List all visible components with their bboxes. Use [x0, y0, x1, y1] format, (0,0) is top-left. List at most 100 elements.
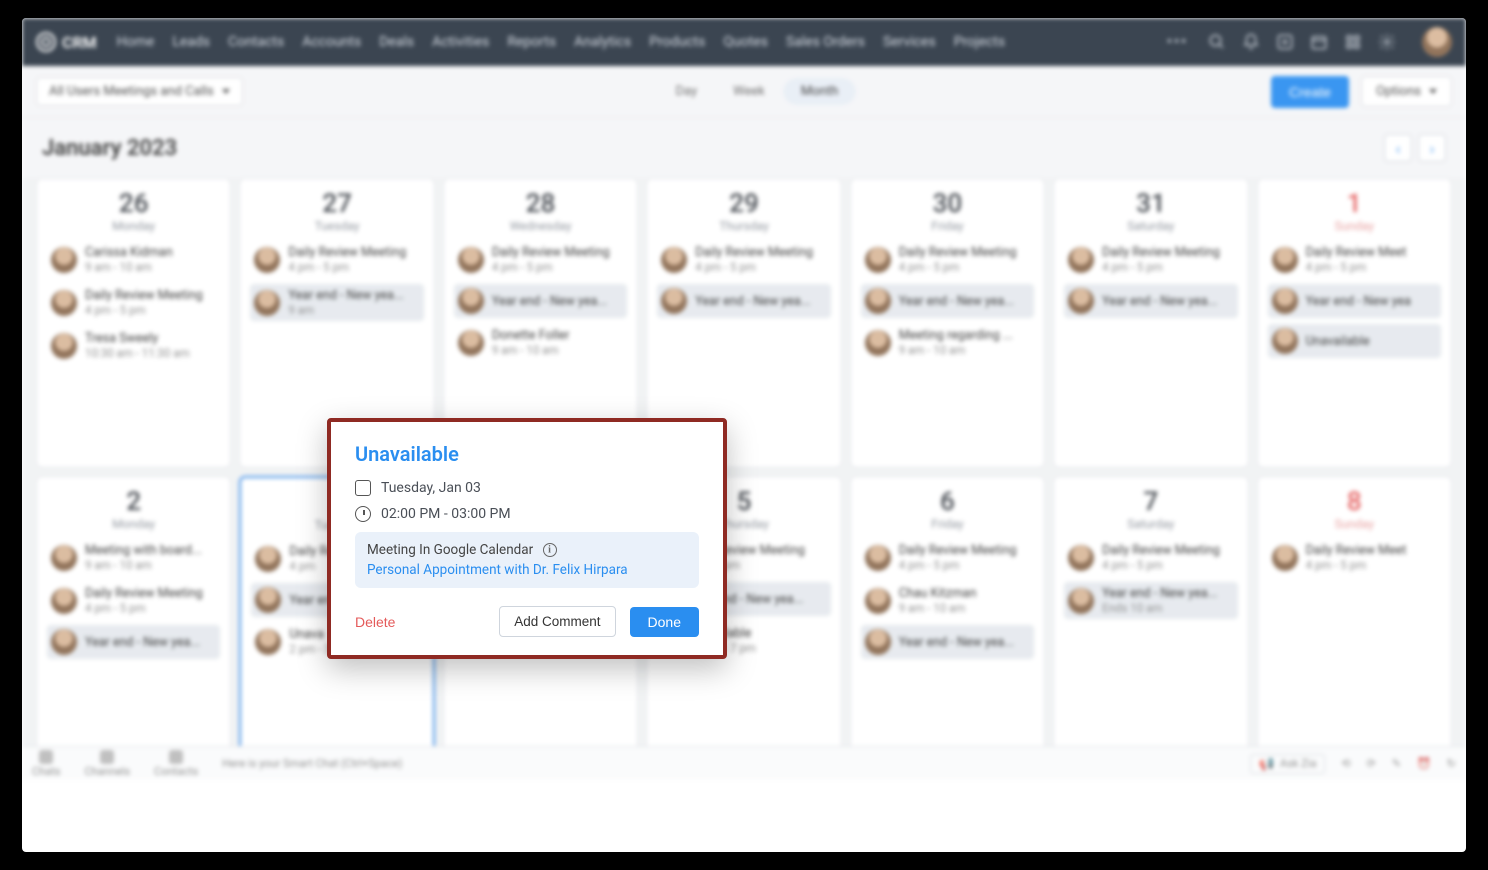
calendar-event[interactable]: Year end - New yea...	[454, 284, 627, 318]
day-cell[interactable]: 2MondayMeeting with board...9 am - 10 am…	[36, 476, 231, 766]
calendar-event[interactable]: Daily Review Meeting4 pm - 5 pm	[1064, 539, 1237, 576]
nav-item[interactable]: Activities	[432, 34, 489, 50]
nav-item[interactable]: Analytics	[574, 34, 631, 50]
next-button[interactable]: ›	[1418, 134, 1446, 162]
event-time: 4 pm - 5 pm	[1306, 260, 1407, 274]
avatar-icon	[255, 546, 281, 572]
day-cell[interactable]: 30FridayDaily Review Meeting4 pm - 5 pmY…	[850, 178, 1045, 468]
nav-item[interactable]: Accounts	[302, 34, 361, 50]
calendar-event[interactable]: Daily Review Meeting4 pm - 5 pm	[47, 284, 220, 321]
day-cell[interactable]: 7SaturdayDaily Review Meeting4 pm - 5 pm…	[1053, 476, 1248, 766]
gear-icon[interactable]	[1378, 33, 1396, 51]
day-cell[interactable]: 31SaturdayDaily Review Meeting4 pm - 5 p…	[1053, 178, 1248, 468]
create-button[interactable]: Create	[1271, 76, 1349, 108]
nav-item[interactable]: Reports	[507, 34, 556, 50]
user-avatar[interactable]	[1422, 27, 1452, 57]
event-title: Year en	[289, 593, 330, 608]
nav-item[interactable]: Products	[649, 34, 705, 50]
day-name: Friday	[861, 517, 1034, 531]
done-button[interactable]: Done	[630, 607, 699, 637]
meeting-label: Meeting In Google Calendar	[367, 542, 533, 558]
calendar-event[interactable]: Unavailable	[1268, 324, 1441, 358]
calendar-event[interactable]: Meeting regarding ...9 am - 10 am	[861, 324, 1034, 361]
calendar-event[interactable]: Donette Foller9 am - 10 am	[454, 324, 627, 361]
calendar-event[interactable]: Year end - New yea...	[1064, 284, 1237, 318]
footer-icon[interactable]: ⟲	[1341, 757, 1350, 770]
calendar-event[interactable]: Meeting with board...9 am - 10 am	[47, 539, 220, 576]
calendar-event[interactable]: Daily Review Meeting4 pm - 5 pm	[861, 539, 1034, 576]
nav-item[interactable]: Home	[117, 34, 155, 50]
avatar-icon	[865, 330, 891, 356]
clock-icon	[355, 506, 371, 522]
calendar-event[interactable]: Year end - New yea...9 am	[250, 284, 423, 321]
footer-icon[interactable]: ⟳	[1367, 757, 1376, 770]
calendar-event[interactable]: Daily Review Meeting4 pm - 5 pm	[250, 241, 423, 278]
calendar-event[interactable]: Year end - New yea...	[861, 625, 1034, 659]
event-time: 9 am	[288, 303, 403, 317]
day-name: Monday	[47, 219, 220, 233]
nav-icons	[1208, 27, 1452, 57]
view-week[interactable]: Week	[715, 78, 783, 105]
search-icon[interactable]	[1208, 33, 1226, 51]
delete-button[interactable]: Delete	[355, 614, 395, 630]
nav-item[interactable]: Contacts	[228, 34, 284, 50]
footer-tab[interactable]: Chats	[32, 750, 60, 778]
nav-item[interactable]: Leads	[172, 34, 210, 50]
event-title: Daily Review Meeting	[492, 245, 610, 260]
calendar-event[interactable]: Chau Kitzman9 am - 10 am	[861, 582, 1034, 619]
plus-icon[interactable]	[1276, 33, 1294, 51]
event-title: Daily Review Meeting	[1102, 543, 1220, 558]
calendar-event[interactable]: Year end - New yea...	[657, 284, 830, 318]
calendar-event[interactable]: Daily Review Meeting4 pm - 5 pm	[1064, 241, 1237, 278]
calendar-event[interactable]: Tresa Sweely10:30 am - 11:30 am	[47, 327, 220, 364]
popup-date: Tuesday, Jan 03	[381, 480, 481, 496]
calendar-event[interactable]: Year end - New yea...Ends 10 am	[1064, 582, 1237, 619]
ask-zia-button[interactable]: 📢 Ask Zia	[1250, 754, 1325, 774]
nav-item[interactable]: Sales Orders	[786, 34, 865, 50]
nav-more-icon[interactable]: •••	[1167, 34, 1188, 50]
ask-zia-label: Ask Zia	[1280, 757, 1316, 770]
nav-item[interactable]: Services	[883, 34, 936, 50]
nav-item[interactable]: Quotes	[723, 34, 768, 50]
meeting-link[interactable]: Personal Appointment with Dr. Felix Hirp…	[367, 562, 687, 578]
calendar-event[interactable]: Carissa Kidman9 am - 10 am	[47, 241, 220, 278]
avatar-icon	[51, 588, 77, 614]
footer-tab[interactable]: Channels	[84, 750, 130, 778]
event-time: 4 pm - 5 pm	[899, 558, 1017, 572]
day-cell[interactable]: 26MondayCarissa Kidman9 am - 10 amDaily …	[36, 178, 231, 468]
options-button[interactable]: Options	[1361, 76, 1452, 107]
calendar-event[interactable]: Year end - New yea...	[47, 625, 220, 659]
day-number: 30	[861, 189, 1034, 219]
filter-dropdown[interactable]: All Users Meetings and Calls	[36, 77, 243, 106]
calendar-event[interactable]: Daily Review Meeting4 pm - 5 pm	[861, 241, 1034, 278]
event-title: Year end - New yea...	[85, 635, 200, 650]
view-month[interactable]: Month	[783, 78, 856, 105]
event-title: Year end - New yea...	[288, 288, 403, 303]
calendar-icon[interactable]	[1310, 33, 1328, 51]
day-cell[interactable]: 1SundayDaily Review Meet4 pm - 5 pmYear …	[1257, 178, 1452, 468]
avatar-icon	[255, 587, 281, 613]
calendar-event[interactable]: Daily Review Meeting4 pm - 5 pm	[47, 582, 220, 619]
view-day[interactable]: Day	[657, 78, 715, 105]
add-comment-button[interactable]: Add Comment	[499, 606, 615, 637]
nav-item[interactable]: Projects	[954, 34, 1005, 50]
event-title: Daily Review Meeting	[288, 245, 406, 260]
nav-item[interactable]: Deals	[379, 34, 414, 50]
footer-icon[interactable]: ↻	[1447, 757, 1456, 770]
calendar-event[interactable]: Daily Review Meeting4 pm - 5 pm	[454, 241, 627, 278]
day-cell[interactable]: 6FridayDaily Review Meeting4 pm - 5 pmCh…	[850, 476, 1045, 766]
calendar-event[interactable]: Daily Review Meet4 pm - 5 pm	[1268, 539, 1441, 576]
calendar-event[interactable]: Year end - New yea...	[861, 284, 1034, 318]
prev-button[interactable]: ‹	[1384, 134, 1412, 162]
footer-icon[interactable]: ⏰	[1417, 757, 1431, 770]
day-cell[interactable]: 8SundayDaily Review Meet4 pm - 5 pm	[1257, 476, 1452, 766]
apps-icon[interactable]	[1344, 33, 1362, 51]
calendar-event[interactable]: Daily Review Meeting4 pm - 5 pm	[657, 241, 830, 278]
footer-icon[interactable]: ✎	[1392, 757, 1401, 770]
bell-icon[interactable]	[1242, 33, 1260, 51]
footer-tab[interactable]: Contacts	[154, 750, 198, 778]
calendar-event[interactable]: Daily Review Meet4 pm - 5 pm	[1268, 241, 1441, 278]
event-title: Year end - New yea	[1306, 294, 1411, 309]
calendar-event[interactable]: Year end - New yea	[1268, 284, 1441, 318]
info-icon[interactable]	[543, 543, 557, 557]
